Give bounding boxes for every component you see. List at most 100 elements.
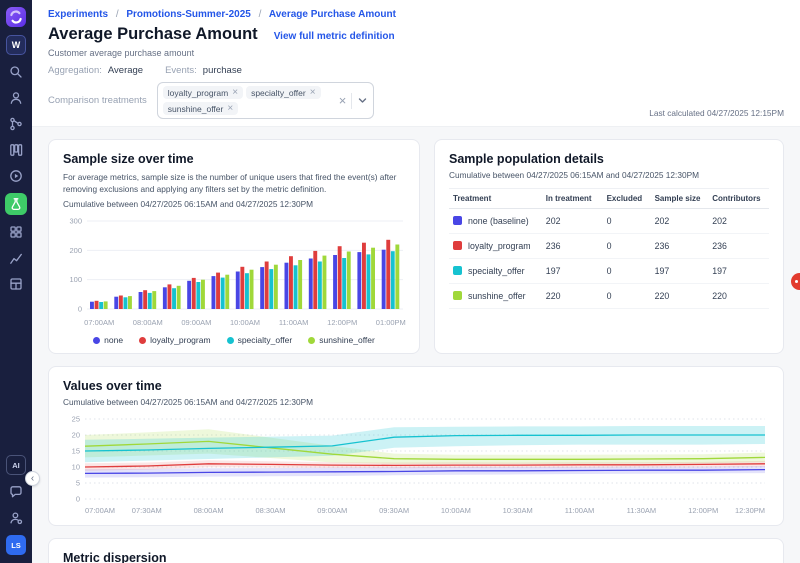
sample-size-card: Sample size over time For average metric… (48, 139, 420, 354)
legend-dot (308, 337, 315, 344)
svg-text:100: 100 (69, 275, 82, 284)
main-area: Experiments / Promotions-Summer-2025 / A… (32, 0, 800, 563)
clear-selection-icon[interactable]: × (339, 94, 347, 107)
svg-text:12:00PM: 12:00PM (688, 506, 718, 515)
table-row: specialty_offer1970197197 (449, 259, 769, 284)
table-header-row: TreatmentIn treatmentExcludedSample size… (449, 189, 769, 209)
svg-text:11:00AM: 11:00AM (565, 506, 594, 515)
user-avatar-badge[interactable]: LS (6, 535, 26, 555)
date-range: Cumulative between 04/27/2025 06:15AM an… (63, 199, 405, 209)
treatment-chip[interactable]: sunshine_offer× (163, 102, 238, 115)
remove-chip-icon[interactable]: × (227, 104, 233, 114)
sidebar-collapse-button[interactable]: ‹ (25, 471, 40, 486)
legend-item: none (93, 335, 123, 345)
comparison-treatments-label: Comparison treatments (48, 95, 147, 106)
treatment-color-swatch (453, 291, 462, 300)
treatment-chip-label: specialty_offer (251, 88, 306, 98)
breadcrumb-link-metric[interactable]: Average Purchase Amount (269, 9, 396, 20)
treatment-multiselect[interactable]: loyalty_program×specialty_offer×sunshine… (157, 82, 375, 119)
svg-text:200: 200 (69, 246, 82, 255)
svg-text:08:00AM: 08:00AM (133, 318, 163, 327)
date-range: Cumulative between 04/27/2025 06:15AM an… (449, 170, 769, 180)
treatment-chips: loyalty_program×specialty_offer×sunshine… (163, 86, 331, 115)
account-icon[interactable] (7, 509, 25, 527)
legend-item: specialty_offer (227, 335, 293, 345)
treatment-chip[interactable]: loyalty_program × (163, 86, 243, 99)
table-cell: 0 (603, 284, 651, 309)
svg-text:25: 25 (72, 415, 80, 424)
app-logo[interactable] (6, 7, 26, 27)
legend-item: sunshine_offer (308, 335, 375, 345)
svg-text:11:30AM: 11:30AM (627, 506, 656, 515)
divider (351, 93, 352, 109)
card-description: For average metrics, sample size is the … (63, 171, 405, 195)
column-header: Treatment (449, 189, 542, 209)
layout-icon[interactable] (7, 275, 25, 293)
svg-text:10:00AM: 10:00AM (441, 506, 471, 515)
legend-dot (227, 337, 234, 344)
metric-description: Customer average purchase amount (48, 48, 784, 58)
board-icon[interactable] (7, 141, 25, 159)
flow-icon[interactable] (7, 115, 25, 133)
svg-text:10:30AM: 10:30AM (503, 506, 533, 515)
population-table: TreatmentIn treatmentExcludedSample size… (449, 188, 769, 309)
search-icon[interactable] (7, 63, 25, 81)
svg-text:07:00AM: 07:00AM (85, 506, 115, 515)
page-header: Experiments / Promotions-Summer-2025 / A… (32, 0, 800, 126)
table-cell: 236 (708, 234, 769, 259)
aggregation-value: Average (108, 65, 143, 76)
chat-icon[interactable] (7, 483, 25, 501)
table-cell: 236 (542, 234, 603, 259)
breadcrumb-link-experiment[interactable]: Promotions-Summer-2025 (126, 9, 250, 20)
table-cell: 0 (603, 234, 651, 259)
svg-text:12:30PM: 12:30PM (735, 506, 765, 515)
legend-item: loyalty_program (139, 335, 210, 345)
events-value: purchase (203, 65, 242, 76)
metric-meta: Aggregation: Average Events: purchase (48, 65, 784, 76)
svg-text:10: 10 (72, 463, 80, 472)
svg-text:10:00AM: 10:00AM (230, 318, 260, 327)
values-card: Values over time Cumulative between 04/2… (48, 366, 784, 526)
dispersion-card: Metric dispersion Cumulative between 04/… (48, 538, 784, 563)
svg-text:08:30AM: 08:30AM (255, 506, 285, 515)
table-row: loyalty_program2360236236 (449, 234, 769, 259)
table-cell: 197 (708, 259, 769, 284)
table-cell: 0 (603, 209, 651, 234)
svg-text:0: 0 (78, 305, 82, 314)
svg-text:11:00AM: 11:00AM (279, 318, 308, 327)
table-cell: 0 (603, 259, 651, 284)
svg-text:5: 5 (76, 479, 80, 488)
svg-text:12:00PM: 12:00PM (327, 318, 357, 327)
breadcrumb-link-experiments[interactable]: Experiments (48, 9, 108, 20)
remove-chip-icon[interactable]: × (310, 88, 316, 98)
table-cell: 236 (651, 234, 709, 259)
view-metric-definition-link[interactable]: View full metric definition (274, 31, 395, 42)
treatment-color-swatch (453, 241, 462, 250)
insights-icon[interactable] (7, 249, 25, 267)
svg-text:0: 0 (76, 495, 80, 504)
aggregation-label: Aggregation: (48, 65, 102, 76)
multiselect-controls: × (337, 86, 369, 115)
svg-text:300: 300 (69, 217, 82, 226)
legend-dot (93, 337, 100, 344)
svg-text:09:30AM: 09:30AM (379, 506, 409, 515)
chevron-down-icon[interactable] (357, 95, 368, 106)
svg-text:07:30AM: 07:30AM (132, 506, 162, 515)
population-card: Sample population details Cumulative bet… (434, 139, 784, 354)
card-title: Metric dispersion (63, 551, 769, 563)
remove-chip-icon[interactable]: × (232, 88, 238, 98)
table-cell: 197 (651, 259, 709, 284)
values-line-chart: 051015202507:00AM07:30AM08:00AM08:30AM09… (63, 413, 771, 517)
grid-icon[interactable] (7, 223, 25, 241)
column-header: In treatment (542, 189, 603, 209)
pulse-icon[interactable] (7, 167, 25, 185)
treatment-chip-label: loyalty_program (168, 88, 228, 98)
experiments-icon[interactable] (5, 193, 27, 215)
table-cell: 220 (542, 284, 603, 309)
sample-size-bar-chart: 010020030007:00AM08:00AM09:00AM10:00AM11… (63, 215, 407, 333)
ai-badge[interactable]: AI (6, 455, 26, 475)
users-icon[interactable] (7, 89, 25, 107)
workspace-badge[interactable]: W (6, 35, 26, 55)
date-range: Cumulative between 04/27/2025 06:15AM an… (63, 397, 769, 407)
treatment-chip[interactable]: specialty_offer × (246, 86, 321, 99)
